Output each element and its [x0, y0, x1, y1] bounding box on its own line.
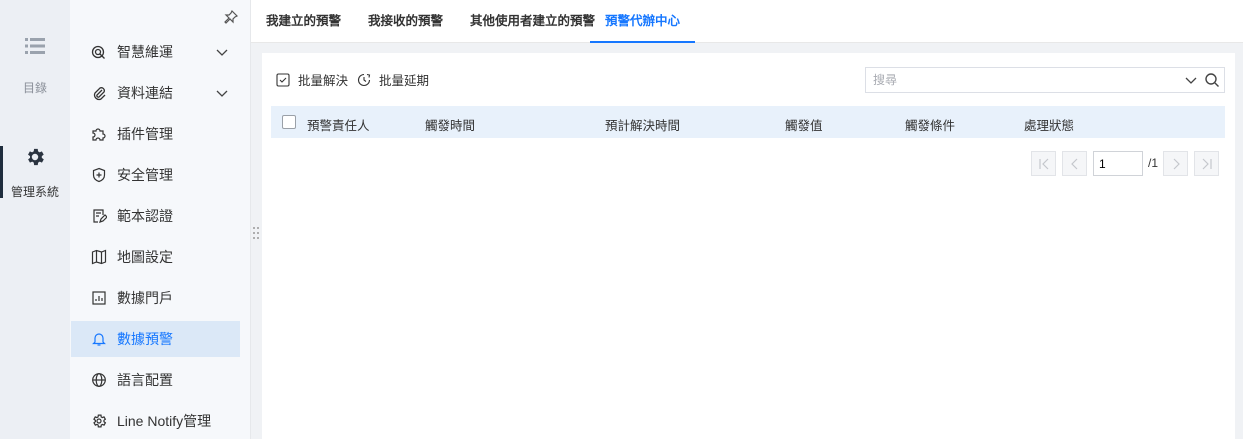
globe-icon — [91, 372, 107, 388]
batch-resolve-button[interactable]: 批量解決 — [276, 70, 348, 89]
column-header-status[interactable]: 處理狀態 — [1024, 115, 1074, 134]
page-number-input[interactable] — [1093, 151, 1143, 176]
sidebar-item-label: 插件管理 — [117, 126, 173, 142]
paperclip-icon — [91, 85, 107, 101]
page-total: /1 — [1148, 156, 1159, 170]
next-page-button[interactable] — [1163, 151, 1188, 176]
radar-icon — [91, 44, 107, 60]
puzzle-icon — [91, 126, 107, 142]
table-header: 預警責任人 觸發時間 預計解決時間 觸發值 觸發條件 處理狀態 — [271, 106, 1225, 138]
sidebar-item-security[interactable]: 安全管理 — [71, 157, 240, 193]
rail-item-label: 管理系統 — [10, 185, 59, 199]
settings-icon — [91, 413, 107, 429]
sidebar-item-data-alert[interactable]: 數據預警 — [71, 321, 240, 357]
sidebar-item-plugins[interactable]: 插件管理 — [71, 116, 240, 152]
chevron-down-icon — [216, 86, 228, 102]
first-page-button[interactable] — [1031, 151, 1056, 176]
batch-delay-label: 批量延期 — [379, 74, 430, 88]
pin-icon[interactable] — [223, 9, 239, 30]
search-icon[interactable] — [1204, 72, 1220, 93]
column-header-trigger-condition[interactable]: 觸發條件 — [905, 115, 955, 134]
batch-delay-button[interactable]: 批量延期 — [357, 70, 429, 89]
sidebar-item-template-cert[interactable]: 範本認證 — [71, 198, 240, 234]
column-header-trigger-time[interactable]: 觸發時間 — [425, 115, 475, 134]
rail-item-admin[interactable]: 管理系統 — [0, 146, 70, 200]
sidebar-item-data-portal[interactable]: 數據門戶 — [71, 280, 240, 316]
sidebar-item-map-settings[interactable]: 地圖設定 — [71, 239, 240, 275]
chevron-down-icon[interactable] — [1184, 73, 1198, 92]
column-header-trigger-value[interactable]: 觸發值 — [785, 115, 823, 134]
select-all-checkbox[interactable] — [282, 115, 296, 129]
sidebar-item-label: 數據預警 — [117, 331, 173, 347]
chevron-down-icon — [216, 45, 228, 61]
sidebar-item-line-notify[interactable]: Line Notify管理 — [71, 403, 240, 439]
list-icon — [25, 38, 45, 59]
tab-my-received-alerts[interactable]: 我接收的預警 — [368, 0, 443, 43]
search-input[interactable] — [866, 68, 1166, 92]
sidebar-item-label: 範本認證 — [117, 208, 173, 224]
app-rail: 目錄 管理系統 — [0, 0, 70, 439]
sidebar-item-label: 語言配置 — [117, 372, 173, 388]
sidebar-item-smart-ops[interactable]: 智慧維運 — [71, 34, 240, 70]
sidebar-item-label: 安全管理 — [117, 167, 173, 183]
sidebar-item-label: 地圖設定 — [117, 249, 173, 265]
search-box — [865, 67, 1225, 93]
batch-resolve-label: 批量解決 — [298, 74, 349, 88]
chevron-right-icon — [1170, 158, 1182, 170]
sidebar-item-language[interactable]: 語言配置 — [71, 362, 240, 398]
certificate-icon — [91, 208, 107, 224]
content-card: 批量解決 批量延期 預警責任人 觸發時間 預計解決時間 觸發值 觸發條件 處理狀… — [262, 53, 1235, 439]
tab-others-created-alerts[interactable]: 其他使用者建立的預警 — [470, 0, 595, 43]
sidebar-item-data-link[interactable]: 資料連結 — [71, 75, 240, 111]
map-icon — [91, 249, 107, 265]
checkbox-square-icon — [276, 72, 294, 87]
tab-my-created-alerts[interactable]: 我建立的預警 — [266, 0, 341, 43]
sidebar-menu: 智慧維運 資料連結 插件管理 安全管理 範本認證 地圖設定 數據門戶 數據預警 … — [70, 0, 251, 439]
tab-alert-todo-center[interactable]: 預警代辦中心 — [590, 0, 696, 43]
gear-icon — [24, 146, 46, 173]
column-header-expected-resolve-time[interactable]: 預計解決時間 — [605, 115, 680, 134]
sidebar-item-label: Line Notify管理 — [117, 413, 212, 429]
resize-handle[interactable] — [252, 226, 260, 240]
first-page-icon — [1038, 158, 1050, 170]
rail-item-label: 目錄 — [22, 81, 47, 95]
sidebar-item-label: 智慧維運 — [117, 44, 173, 60]
clock-icon — [357, 73, 375, 87]
last-page-icon — [1201, 158, 1213, 170]
column-header-owner[interactable]: 預警責任人 — [307, 115, 370, 134]
tab-bar: 我建立的預警 我接收的預警 其他使用者建立的預警 預警代辦中心 — [251, 0, 1243, 43]
rail-item-catalog[interactable]: 目錄 — [0, 38, 70, 96]
last-page-button[interactable] — [1194, 151, 1219, 176]
chevron-left-icon — [1069, 158, 1081, 170]
sidebar-item-label: 數據門戶 — [117, 290, 173, 306]
sidebar-item-label: 資料連結 — [117, 85, 173, 101]
dashboard-icon — [91, 290, 107, 306]
shield-icon — [91, 167, 107, 183]
bell-icon — [91, 331, 107, 347]
prev-page-button[interactable] — [1062, 151, 1087, 176]
